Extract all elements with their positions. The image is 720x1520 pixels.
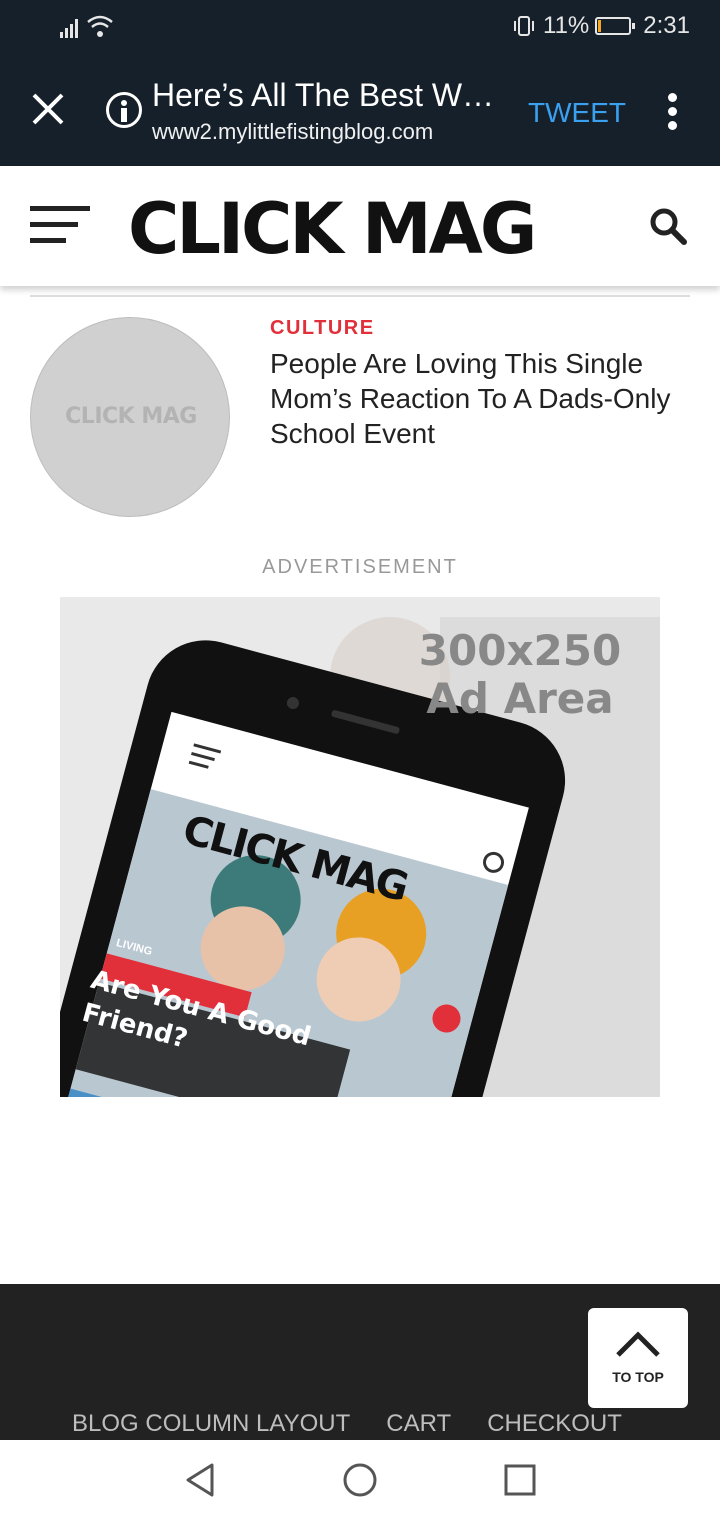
status-bar: 11% 2:31 [0,0,720,55]
footer-link-cart[interactable]: CART [386,1410,451,1438]
ad-banner[interactable]: 300x250 Ad Area CLICK MAG LIVING Are You… [60,597,660,1097]
vibrate-icon [514,16,535,36]
system-nav-bar [0,1440,720,1520]
footer-links: BLOG COLUMN LAYOUT CART CHECKOUT [72,1410,622,1438]
battery-icon [595,17,636,35]
footer-link-blog-column-layout[interactable]: BLOG COLUMN LAYOUT [72,1410,350,1438]
clock: 2:31 [643,12,690,39]
more-options-icon[interactable] [668,93,680,135]
home-icon[interactable] [342,1462,378,1498]
site-logo[interactable]: CLICK MAG [128,188,537,270]
to-top-label: TO TOP [612,1369,664,1385]
tweet-button[interactable]: TWEET [528,97,626,129]
article-thumbnail[interactable]: CLICK MAG [30,317,230,517]
back-icon[interactable] [184,1462,216,1498]
browser-toolbar: Here’s All The Best W… www2.mylittlefist… [0,55,720,166]
close-icon[interactable] [30,91,66,127]
info-icon[interactable] [106,92,142,128]
site-header: CLICK MAG [0,166,720,286]
recents-icon[interactable] [504,1464,536,1496]
signal-wifi-icon [60,15,113,38]
advertisement-label: ADVERTISEMENT [262,556,458,578]
article-category[interactable]: CULTURE [270,317,375,340]
search-icon[interactable] [648,206,688,246]
hamburger-menu-icon[interactable] [30,206,90,254]
ad-size-text: 300x250 Ad Area [418,626,622,723]
page-title: Here’s All The Best W… [152,77,495,113]
footer-link-checkout[interactable]: CHECKOUT [487,1410,622,1438]
battery-percent: 11% [543,12,590,39]
divider [30,295,690,297]
page-url: www2.mylittlefistingblog.com [152,119,434,144]
status-right: 11% 2:31 [511,12,690,40]
to-top-button[interactable]: TO TOP [588,1308,688,1408]
article-headline[interactable]: People Are Loving This Single Mom’s Reac… [270,346,700,451]
chevron-up-icon [616,1331,660,1357]
thumbnail-logo: CLICK MAG [65,404,197,429]
